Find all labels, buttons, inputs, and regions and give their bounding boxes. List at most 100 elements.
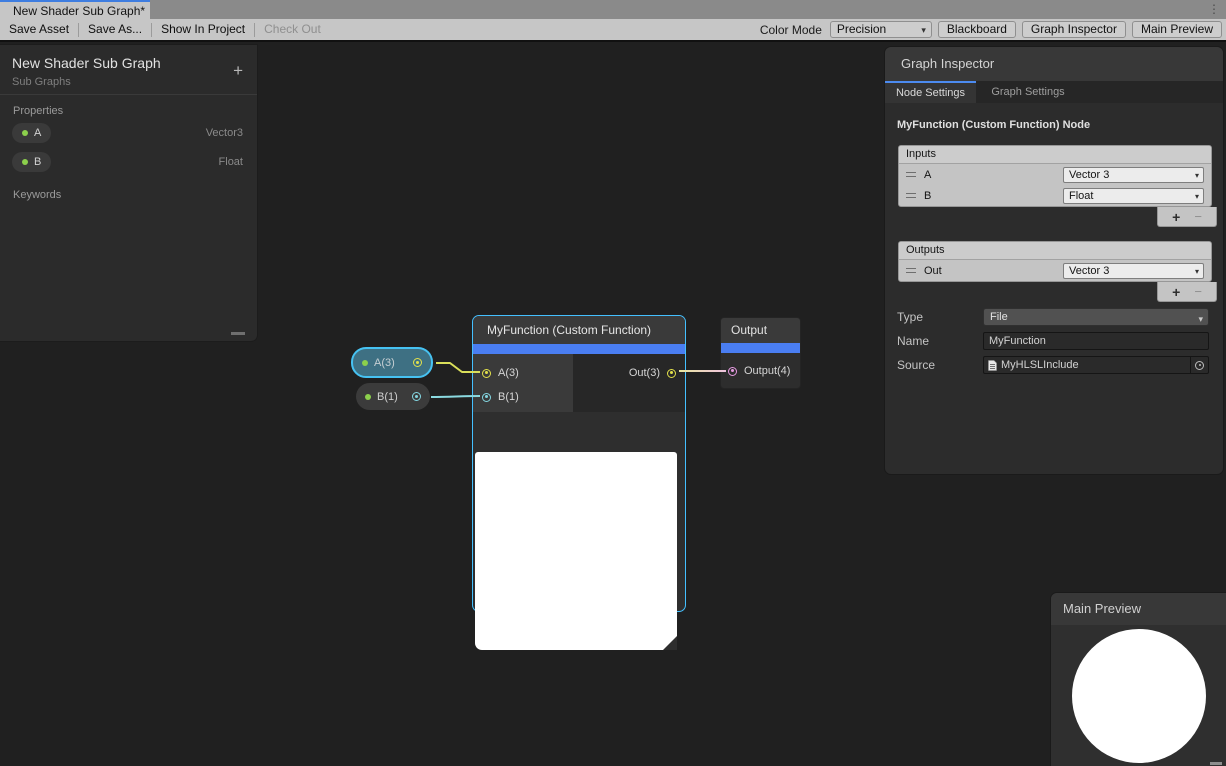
property-node-b[interactable]: B(1) [356,383,430,410]
color-mode-value: Precision [837,22,886,36]
type-label: Type [897,310,983,324]
remove-input-button[interactable]: − [1194,209,1202,224]
port-vector3-icon[interactable] [413,358,422,367]
type-dropdown[interactable]: File ▾ [983,308,1209,326]
object-picker-icon [1195,361,1204,370]
input-port-label: B(1) [498,391,519,403]
check-out-button[interactable]: Check Out [255,19,330,40]
blackboard-property-row: A Vector3 [0,121,257,150]
custom-function-node[interactable]: MyFunction (Custom Function) A(3) B(1) O… [472,315,686,612]
port-float-icon[interactable] [412,392,421,401]
input-port-row: B(1) [473,385,573,409]
drag-handle-icon[interactable] [906,193,916,198]
output-type-dropdown[interactable]: Vector 3 ▾ [1063,263,1204,279]
main-preview-panel: Main Preview [1050,592,1226,766]
input-type-value: Vector 3 [1069,169,1109,181]
window-menu-icon[interactable]: ⋮ [1208,1,1220,17]
port-float-icon[interactable] [482,393,491,402]
main-preview-toggle-button[interactable]: Main Preview [1132,21,1222,38]
drag-handle-icon[interactable] [906,268,916,273]
node-port-area: A(3) B(1) Out(3) [473,354,685,412]
drag-handle-icon[interactable] [906,172,916,177]
file-icon [988,360,997,371]
node-title: Output [721,318,800,343]
keywords-section-label: Keywords [13,189,257,201]
graph-inspector-toggle-button[interactable]: Graph Inspector [1022,21,1126,38]
show-in-project-button[interactable]: Show In Project [152,19,254,40]
save-as-button[interactable]: Save As... [79,19,151,40]
blackboard-header: New Shader Sub Graph Sub Graphs + [0,45,257,95]
source-field-row: Source MyHLSLInclude [897,356,1209,374]
input-row-b[interactable]: B Float ▾ [899,185,1211,206]
property-name: B [34,156,41,168]
add-property-button[interactable]: + [233,61,243,81]
remove-output-button[interactable]: − [1194,284,1202,299]
color-mode-label: Color Mode [760,23,822,37]
name-field-row: Name [897,332,1209,350]
output-port-row: Out(3) [573,361,685,385]
type-value: File [990,311,1008,323]
property-node-a[interactable]: A(3) [351,347,433,378]
precision-bar [721,343,800,353]
node-preview[interactable] [475,452,677,650]
output-row-out[interactable]: Out Vector 3 ▾ [899,260,1211,281]
dropdown-arrow-icon: ▾ [921,23,926,38]
inspector-tab-bar: Node Settings Graph Settings [885,81,1223,103]
object-picker-button[interactable] [1190,357,1208,373]
save-asset-button[interactable]: Save Asset [0,19,78,40]
name-label: Name [897,334,983,348]
add-input-button[interactable]: + [1172,209,1180,225]
toolbar: Save Asset Save As... Show In Project Ch… [0,19,1226,40]
port-vector3-icon[interactable] [667,369,676,378]
blackboard-property-b[interactable]: B [12,152,51,172]
output-node-port-row: Output(4) [721,359,800,383]
node-title: MyFunction (Custom Function) [473,316,685,344]
input-type-dropdown[interactable]: Vector 3 ▾ [1063,167,1204,183]
main-preview-title: Main Preview [1051,593,1226,625]
input-name: B [924,190,931,202]
blackboard-title: New Shader Sub Graph [12,55,245,71]
blackboard-subtitle: Sub Graphs [12,76,245,88]
tab-graph-settings[interactable]: Graph Settings [976,81,1080,103]
output-type-value: Vector 3 [1069,265,1109,277]
port-vector4-icon[interactable] [728,367,737,376]
graph-canvas[interactable]: A(3) B(1) MyFunction (Custom Function) A… [0,40,1226,766]
precision-bar [473,344,685,354]
blackboard-panel: New Shader Sub Graph Sub Graphs + Proper… [0,44,258,342]
output-node[interactable]: Output Output(4) [720,317,801,389]
add-output-button[interactable]: + [1172,284,1180,300]
input-type-value: Float [1069,190,1093,202]
color-mode-dropdown[interactable]: Precision ▾ [830,21,932,38]
tab-new-shader-sub-graph[interactable]: New Shader Sub Graph* [0,0,150,19]
input-port-row: A(3) [473,361,573,385]
property-name: A [34,127,41,139]
output-name: Out [924,265,942,277]
input-type-dropdown[interactable]: Float ▾ [1063,188,1204,204]
input-port-label: A(3) [498,367,519,379]
input-row-a[interactable]: A Vector 3 ▾ [899,164,1211,185]
blackboard-property-a[interactable]: A [12,123,51,143]
source-object-field[interactable]: MyHLSLInclude [983,356,1209,374]
properties-section-label: Properties [13,105,257,117]
dropdown-arrow-icon: ▾ [1195,265,1199,279]
output-port-label: Out(3) [629,367,660,379]
property-type: Float [219,156,243,168]
type-field-row: Type File ▾ [897,308,1209,326]
port-vector3-icon[interactable] [482,369,491,378]
dropdown-arrow-icon: ▾ [1195,169,1199,183]
blackboard-resize-handle[interactable] [231,332,245,335]
property-dot-icon [22,159,28,165]
blackboard-property-row: B Float [0,150,257,179]
inputs-list: Inputs A Vector 3 ▾ B Float ▾ [898,145,1212,207]
preview-resize-handle[interactable] [1210,762,1222,765]
tab-node-settings[interactable]: Node Settings [885,81,976,103]
graph-inspector-title: Graph Inspector [885,47,1223,81]
source-value: MyHLSLInclude [1001,359,1079,371]
inspected-node-title: MyFunction (Custom Function) Node [897,119,1211,131]
preview-sphere[interactable] [1072,629,1206,763]
name-field[interactable] [983,332,1209,350]
property-node-label: A(3) [374,357,395,369]
tab-bar: New Shader Sub Graph* ⋮ [0,0,1226,19]
graph-inspector-panel: Graph Inspector Node Settings Graph Sett… [884,46,1224,475]
blackboard-toggle-button[interactable]: Blackboard [938,21,1016,38]
